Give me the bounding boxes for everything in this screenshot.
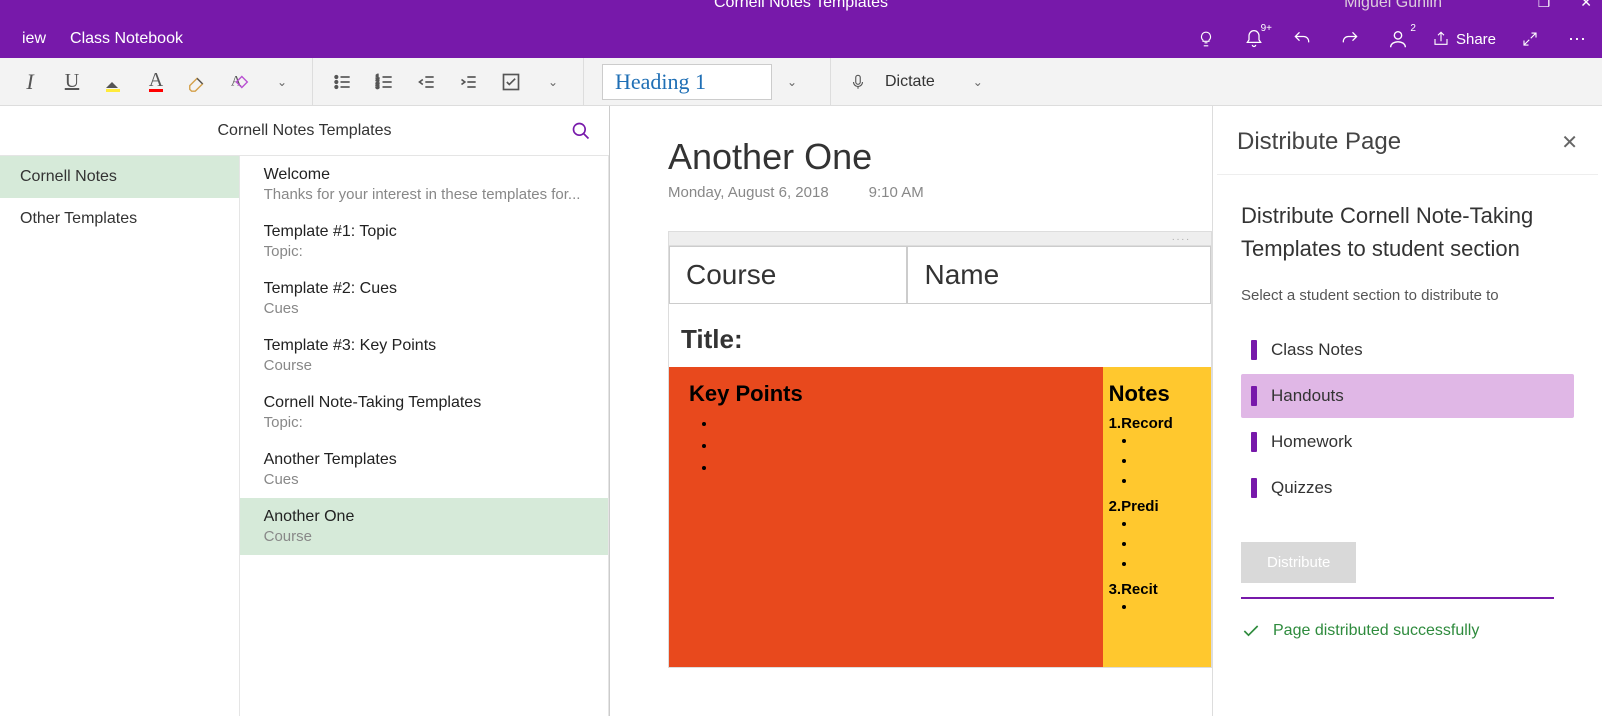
course-cell[interactable]: Course [669, 246, 907, 304]
todo-tag-button[interactable] [499, 70, 523, 94]
sections-list: Cornell Notes Other Templates [0, 156, 240, 716]
style-select[interactable]: Heading 1 [602, 64, 772, 100]
restore-icon[interactable]: ❐ [1538, 0, 1551, 11]
panel-subheading: Distribute Cornell Note-Taking Templates… [1241, 199, 1574, 265]
paragraph-more-dropdown[interactable]: ⌄ [541, 70, 565, 94]
ribbon: I U A A ⌄ 123 ⌄ Heading 1 ⌄ [0, 58, 1602, 106]
account-icon[interactable]: 2 [1384, 25, 1412, 53]
style-dropdown[interactable]: ⌄ [772, 75, 812, 89]
fullscreen-icon[interactable] [1516, 25, 1544, 53]
notifications-icon[interactable]: 9+ [1240, 25, 1268, 53]
page-item[interactable]: Template #2: Cues Cues [240, 270, 608, 327]
search-icon[interactable] [571, 121, 591, 141]
title-cell[interactable]: Title: [669, 304, 1211, 367]
keypoints-area[interactable]: Key Points [669, 367, 1103, 667]
check-icon [1241, 621, 1261, 641]
more-icon[interactable]: ⋯ [1564, 25, 1592, 53]
document-title: Cornell Notes Templates [714, 0, 888, 12]
svg-text:3: 3 [376, 84, 379, 90]
section-item[interactable]: Other Templates [0, 198, 239, 240]
indent-button[interactable] [457, 70, 481, 94]
success-message: Page distributed successfully [1241, 621, 1574, 641]
tab-view[interactable]: iew [10, 22, 58, 56]
page-title[interactable]: Another One [668, 136, 1212, 178]
dictate-button[interactable]: Dictate [885, 73, 935, 91]
page-item[interactable]: Another Templates Cues [240, 441, 608, 498]
tips-icon[interactable] [1192, 25, 1220, 53]
italic-button[interactable]: I [18, 70, 42, 94]
page-item[interactable]: Template #3: Key Points Course [240, 327, 608, 384]
container-handle[interactable]: .... [669, 232, 1211, 246]
font-color-button[interactable]: A [144, 70, 168, 94]
redo-icon[interactable] [1336, 25, 1364, 53]
highlight-button[interactable] [102, 70, 126, 94]
section-item[interactable]: Cornell Notes [0, 156, 239, 198]
user-name: Miguel Guhlin [1344, 0, 1442, 12]
clear-formatting-button[interactable]: A [228, 70, 252, 94]
page-item[interactable]: Another One Course [240, 498, 608, 555]
section-tab-icon [1251, 478, 1257, 498]
page-time: 9:10 AM [869, 184, 924, 201]
notebook-title: Cornell Notes Templates [217, 122, 391, 140]
note-canvas[interactable]: Another One Monday, August 6, 2018 9:10 … [610, 106, 1212, 716]
numbering-button[interactable]: 123 [373, 70, 397, 94]
section-tab-icon [1251, 340, 1257, 360]
page-date: Monday, August 6, 2018 [668, 184, 829, 201]
section-tab-icon [1251, 432, 1257, 452]
underline-button[interactable]: U [60, 70, 84, 94]
bullets-button[interactable] [331, 70, 355, 94]
section-option[interactable]: Quizzes [1241, 466, 1574, 510]
section-option[interactable]: Homework [1241, 420, 1574, 464]
nav-header: Cornell Notes Templates [0, 106, 609, 156]
page-item[interactable]: Welcome Thanks for your interest in thes… [240, 156, 608, 213]
page-item[interactable]: Template #1: Topic Topic: [240, 213, 608, 270]
close-icon[interactable]: ✕ [1580, 0, 1592, 11]
font-more-dropdown[interactable]: ⌄ [270, 70, 294, 94]
note-container[interactable]: .... Course Name Title: Key Points Notes… [668, 231, 1212, 668]
page-item[interactable]: Cornell Note-Taking Templates Topic: [240, 384, 608, 441]
title-bar: Cornell Notes Templates Miguel Guhlin ❐ … [0, 0, 1602, 20]
close-panel-icon[interactable]: ✕ [1561, 130, 1578, 155]
eraser-button[interactable] [186, 70, 210, 94]
panel-instruction: Select a student section to distribute t… [1241, 287, 1574, 304]
dictate-dropdown[interactable]: ⌄ [973, 75, 983, 89]
menu-tabs: iew Class Notebook 9+ 2 Share ⋯ [0, 20, 1602, 58]
distribute-panel: Distribute Page ✕ Distribute Cornell Not… [1212, 106, 1602, 716]
panel-heading: Distribute Page [1237, 128, 1401, 156]
distribute-button[interactable]: Distribute [1241, 542, 1356, 583]
share-button[interactable]: Share [1432, 25, 1496, 53]
pages-list: Welcome Thanks for your interest in thes… [240, 156, 609, 716]
account-badge: 2 [1410, 23, 1416, 34]
section-option[interactable]: Class Notes [1241, 328, 1574, 372]
notes-area[interactable]: Notes 1.Record 2.Predi 3.Recit [1103, 367, 1211, 667]
undo-icon[interactable] [1288, 25, 1316, 53]
notification-badge: 9+ [1261, 23, 1272, 34]
divider [1241, 597, 1554, 599]
section-option[interactable]: Handouts [1241, 374, 1574, 418]
tab-class-notebook[interactable]: Class Notebook [58, 22, 195, 56]
outdent-button[interactable] [415, 70, 439, 94]
mic-icon [849, 71, 867, 93]
section-tab-icon [1251, 386, 1257, 406]
name-cell[interactable]: Name [907, 246, 1211, 304]
